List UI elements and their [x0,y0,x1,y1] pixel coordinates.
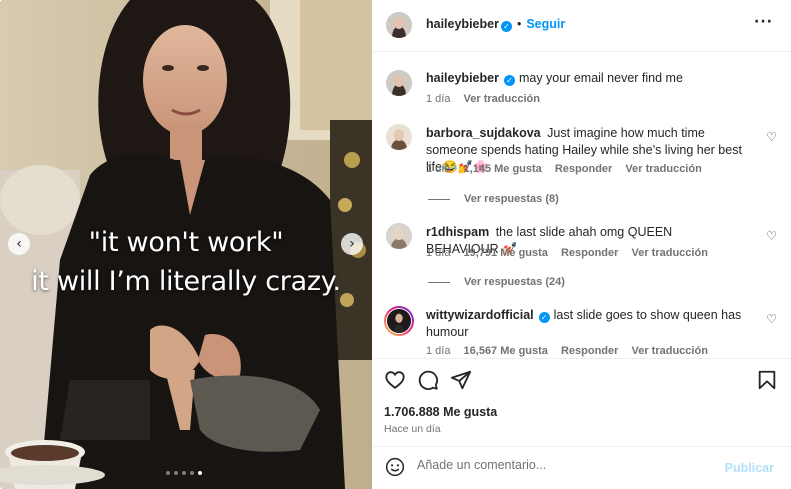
carousel-dot [190,471,194,475]
post-dialog: "it won't work" it will I’m literally cr… [0,0,791,489]
reply-button[interactable]: Responder [555,163,612,175]
replies-divider [428,198,450,200]
previous-slide-button[interactable]: ‹ [8,233,30,255]
comment-meta: 1 día 1,145 Me gusta Responder Ver tradu… [426,163,712,175]
translate-link[interactable]: Ver traducción [632,345,708,357]
bookmark-icon [758,370,776,390]
author-avatar[interactable] [386,12,412,38]
caption-time: 1 día [426,93,451,105]
verified-badge-icon: ✓ [503,75,515,86]
share-icon [450,370,472,390]
comment-time: 1 día [426,247,451,259]
avatar-image [386,70,412,96]
translate-link[interactable]: Ver traducción [632,247,708,259]
comment-time: 1 día [426,345,451,357]
verified-badge-icon: ✓ [538,312,550,323]
comment-username[interactable]: r1dhispam [426,225,489,239]
verified-badge-icon: ✓ [500,21,512,32]
translate-link[interactable]: Ver traducción [464,93,540,105]
like-comment-heart-icon[interactable]: ♡ [766,130,777,144]
like-button[interactable] [384,369,406,396]
separator-dot: • [516,17,522,31]
carousel-dot-active [198,471,202,475]
reply-button[interactable]: Responder [561,247,618,259]
avatar-image [386,124,412,150]
comment-username[interactable]: barbora_sujdakova [426,126,541,140]
view-replies-button[interactable]: Ver respuestas (24) [428,276,565,288]
chevron-left-icon: ‹ [16,236,22,252]
follow-button[interactable]: Seguir [526,17,565,31]
more-options-icon[interactable]: ··· [754,14,773,30]
comment-composer: Publicar [372,446,791,489]
like-comment-heart-icon[interactable]: ♡ [766,229,777,243]
caption-text: haileybieber ✓ may your email never find m… [426,70,746,87]
share-button[interactable] [450,369,472,396]
avatar-image [386,308,412,334]
comment-time: 1 día [426,163,451,175]
translate-link[interactable]: Ver traducción [625,163,701,175]
view-replies-button[interactable]: Ver respuestas (8) [428,193,559,205]
post-timestamp[interactable]: Hace un día [384,423,441,435]
comment-likes[interactable]: 19,791 Me gusta [464,247,548,259]
post-media-carousel[interactable]: "it won't work" it will I’m literally cr… [0,0,372,489]
comment-likes[interactable]: 16,567 Me gusta [464,345,548,357]
comment-meta: 1 día 16,567 Me gusta Responder Ver trad… [426,345,718,357]
carousel-dot [182,471,186,475]
header-user-line: haileybieber ✓ • Seguir [426,17,565,32]
image-caption-line-2: it will I’m literally crazy. [31,266,341,297]
avatar-image [386,12,412,38]
caption-body: may your email never find me [518,71,683,85]
emoji-picker-button[interactable] [385,457,405,482]
chevron-right-icon: › [349,236,355,252]
avatar-image [386,223,412,249]
emoji-icon [385,457,405,477]
publish-button[interactable]: Publicar [725,461,774,475]
carousel-indicator [166,471,202,475]
next-slide-button[interactable]: › [341,233,363,255]
post-actions: 1.706.888 Me gusta Hace un día [372,358,791,446]
commenter-avatar[interactable] [386,223,412,249]
replies-divider [428,281,450,283]
like-count[interactable]: 1.706.888 Me gusta [384,405,497,419]
reply-button[interactable]: Responder [561,345,618,357]
post-header: haileybieber ✓ • Seguir ··· [372,0,791,52]
like-comment-heart-icon[interactable]: ♡ [766,312,777,326]
view-replies-label: Ver respuestas (24) [464,276,565,288]
caption-username[interactable]: haileybieber [426,71,499,85]
comment-likes[interactable]: 1,145 Me gusta [464,163,542,175]
view-replies-label: Ver respuestas (8) [464,193,559,205]
comment-input[interactable] [417,458,717,472]
commenter-avatar-story-ring[interactable] [384,306,414,336]
heart-icon [385,371,405,389]
author-username[interactable]: haileybieber [426,17,499,31]
image-caption-line-1: "it won't work" [88,227,284,258]
carousel-dot [174,471,178,475]
author-avatar[interactable] [386,70,412,96]
comment-icon [418,370,438,390]
comment-meta: 1 día 19,791 Me gusta Responder Ver trad… [426,247,718,259]
caption-meta: 1 día Ver traducción [426,93,550,105]
comment-button[interactable] [417,369,439,396]
commenter-avatar[interactable] [386,124,412,150]
comment-username[interactable]: wittywizardofficial [426,308,534,322]
comment-text: wittywizardofficial ✓ last slide goes to s… [426,307,746,341]
save-button[interactable] [756,369,778,396]
carousel-dot [166,471,170,475]
post-details-panel: haileybieber ✓ • Seguir ··· haileybieber ✓ ma… [372,0,791,489]
comments-list[interactable]: haileybieber ✓ may your email never find m… [372,52,791,358]
